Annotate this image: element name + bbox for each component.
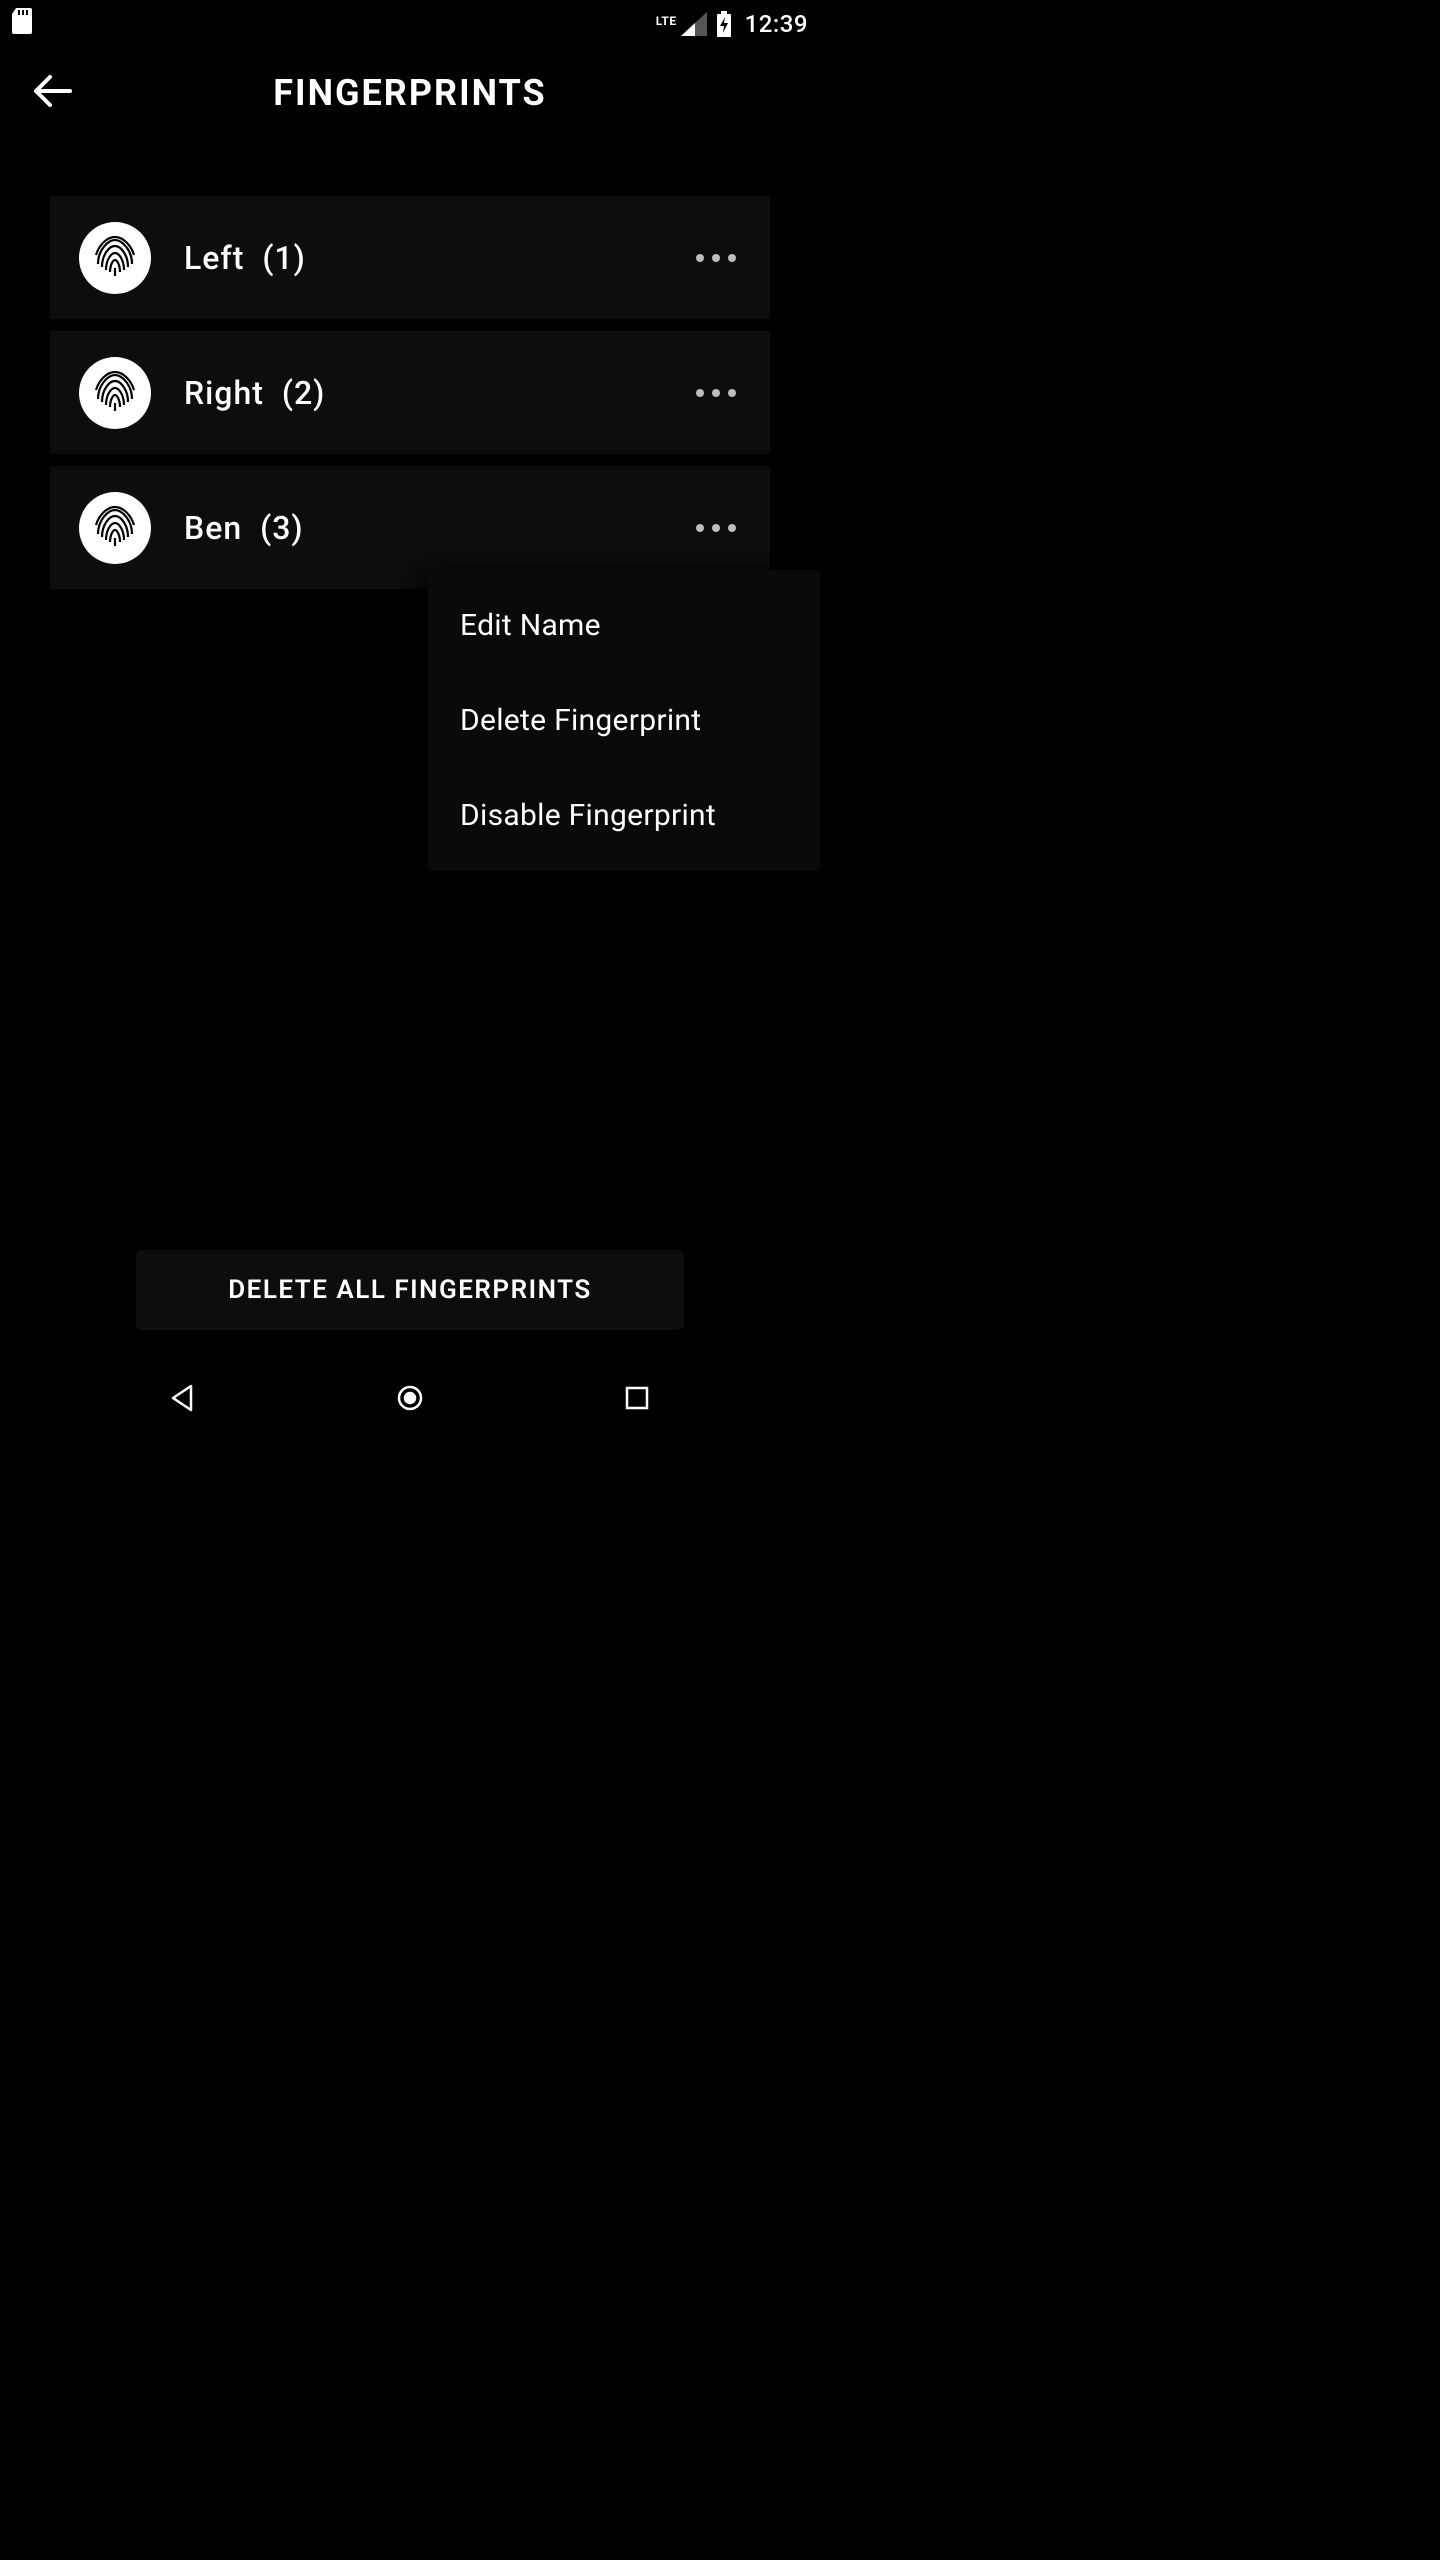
triangle-back-icon bbox=[169, 1384, 197, 1416]
status-clock: 12:39 bbox=[745, 10, 808, 38]
fingerprint-icon bbox=[78, 221, 152, 295]
sd-card-icon bbox=[12, 8, 34, 40]
more-button[interactable] bbox=[690, 369, 742, 417]
dot-icon bbox=[696, 389, 704, 397]
menu-disable-fingerprint[interactable]: Disable Fingerprint bbox=[428, 768, 820, 863]
dot-icon bbox=[728, 389, 736, 397]
fingerprint-name: Left bbox=[184, 239, 244, 277]
fingerprint-label: Ben (3) bbox=[184, 509, 304, 547]
fingerprint-label: Right (2) bbox=[184, 374, 325, 412]
fingerprint-list: Left (1) Right (2) Ben (3) bbox=[0, 138, 820, 589]
nav-recent-button[interactable] bbox=[616, 1379, 658, 1421]
fingerprint-index: (3) bbox=[260, 509, 303, 547]
dot-icon bbox=[712, 254, 720, 262]
fingerprint-row[interactable]: Left (1) bbox=[50, 196, 770, 319]
system-nav-bar bbox=[0, 1360, 820, 1440]
nav-back-button[interactable] bbox=[162, 1379, 204, 1421]
delete-all-button[interactable]: DELETE ALL FINGERPRINTS bbox=[136, 1250, 684, 1330]
fingerprint-label: Left (1) bbox=[184, 239, 306, 277]
fingerprint-index: (1) bbox=[262, 239, 305, 277]
menu-edit-name[interactable]: Edit Name bbox=[428, 578, 820, 673]
dot-icon bbox=[728, 524, 736, 532]
circle-home-icon bbox=[396, 1384, 424, 1416]
status-bar-right: LTE 12:39 bbox=[656, 10, 808, 38]
lte-icon: LTE bbox=[656, 14, 677, 28]
page-title: FINGERPRINTS bbox=[273, 72, 546, 114]
dot-icon bbox=[696, 254, 704, 262]
fingerprint-row[interactable]: Right (2) bbox=[50, 331, 770, 454]
square-recent-icon bbox=[625, 1386, 649, 1414]
nav-home-button[interactable] bbox=[389, 1379, 431, 1421]
fingerprint-icon bbox=[78, 491, 152, 565]
signal-icon bbox=[681, 12, 707, 36]
dot-icon bbox=[712, 389, 720, 397]
dot-icon bbox=[696, 524, 704, 532]
fingerprint-name: Right bbox=[184, 374, 264, 412]
dot-icon bbox=[728, 254, 736, 262]
battery-charging-icon bbox=[715, 11, 733, 37]
fingerprint-name: Ben bbox=[184, 509, 242, 547]
fingerprint-index: (2) bbox=[282, 374, 325, 412]
menu-delete-fingerprint[interactable]: Delete Fingerprint bbox=[428, 673, 820, 768]
dot-icon bbox=[712, 524, 720, 532]
context-menu: Edit Name Delete Fingerprint Disable Fin… bbox=[428, 570, 820, 871]
arrow-left-icon bbox=[28, 67, 76, 119]
status-bar: LTE 12:39 bbox=[0, 0, 820, 48]
back-button[interactable] bbox=[22, 63, 82, 123]
more-button[interactable] bbox=[690, 504, 742, 552]
fingerprint-icon bbox=[78, 356, 152, 430]
more-button[interactable] bbox=[690, 234, 742, 282]
status-bar-left bbox=[12, 8, 34, 40]
app-header: FINGERPRINTS bbox=[0, 48, 820, 138]
